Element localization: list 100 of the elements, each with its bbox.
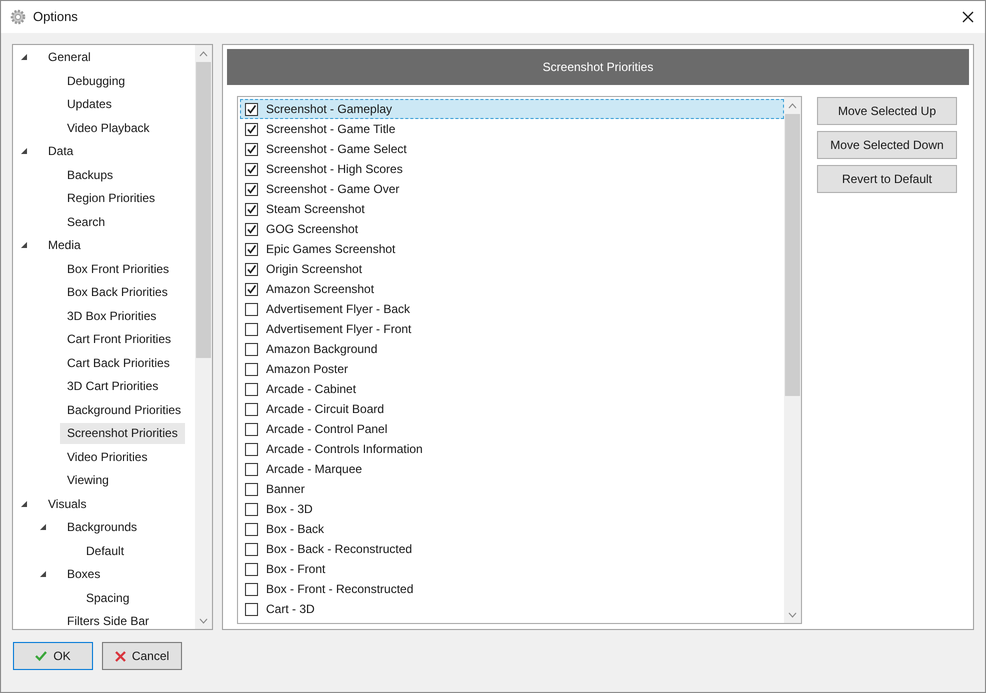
- list-item[interactable]: Arcade - Cabinet: [240, 379, 784, 399]
- expanded-triangle-icon[interactable]: [40, 524, 47, 532]
- list-item[interactable]: Arcade - Circuit Board: [240, 399, 784, 419]
- action-button[interactable]: Move Selected Down: [817, 131, 957, 159]
- tree-item[interactable]: Spacing: [79, 588, 136, 609]
- list-item[interactable]: Cart - 3D: [240, 599, 784, 619]
- tree-item[interactable]: Search: [60, 212, 112, 233]
- tree-item[interactable]: Media: [41, 235, 88, 256]
- tree-item[interactable]: Boxes: [60, 564, 108, 586]
- cross-icon: [114, 650, 126, 662]
- checkbox[interactable]: [245, 442, 258, 456]
- checkbox[interactable]: [245, 302, 258, 316]
- list-item[interactable]: Box - Front - Reconstructed: [240, 579, 784, 599]
- gear-icon: [10, 9, 26, 25]
- expanded-triangle-icon[interactable]: [21, 54, 28, 62]
- list-item[interactable]: Box - Back - Reconstructed: [240, 539, 784, 559]
- checkbox[interactable]: [245, 282, 258, 296]
- tree-item[interactable]: Visuals: [41, 494, 94, 515]
- scroll-down-icon[interactable]: [788, 612, 797, 618]
- tree-item[interactable]: Updates: [60, 94, 119, 116]
- tree-item[interactable]: Background Priorities: [60, 400, 188, 421]
- list-item[interactable]: Advertisement Flyer - Back: [240, 299, 784, 319]
- list-item[interactable]: GOG Screenshot: [240, 219, 784, 239]
- list-item[interactable]: Screenshot - Gameplay: [240, 99, 784, 119]
- expanded-triangle-icon[interactable]: [40, 571, 47, 578]
- tree-item[interactable]: Video Playback: [60, 118, 156, 139]
- tree-item[interactable]: Debugging: [60, 70, 132, 92]
- checkbox[interactable]: [245, 142, 258, 156]
- scroll-up-icon[interactable]: [788, 102, 797, 108]
- list-item[interactable]: Amazon Background: [240, 339, 784, 359]
- checkbox[interactable]: [245, 562, 258, 576]
- checkbox[interactable]: [245, 522, 258, 536]
- checkbox[interactable]: [245, 542, 258, 556]
- scrollbar[interactable]: [195, 45, 212, 629]
- tree-item[interactable]: General: [41, 47, 98, 68]
- list-item[interactable]: Box - 3D: [240, 499, 784, 519]
- tree-item[interactable]: Filters Side Bar: [60, 611, 156, 629]
- checkbox[interactable]: [245, 602, 258, 616]
- list-item[interactable]: Screenshot - Game Over: [240, 179, 784, 199]
- tree-item[interactable]: Video Priorities: [60, 446, 154, 468]
- list-item[interactable]: Screenshot - Game Select: [240, 139, 784, 159]
- tree-item[interactable]: 3D Cart Priorities: [60, 376, 166, 398]
- checkbox[interactable]: [245, 402, 258, 416]
- list-item[interactable]: Box - Back: [240, 519, 784, 539]
- tree-item[interactable]: Cart Front Priorities: [60, 329, 178, 350]
- list-item[interactable]: Origin Screenshot: [240, 259, 784, 279]
- panel-header: Screenshot Priorities: [227, 49, 969, 85]
- tree-item[interactable]: Default: [79, 540, 132, 562]
- checkbox[interactable]: [245, 322, 258, 336]
- scrollbar-thumb[interactable]: [196, 62, 211, 358]
- tree-item[interactable]: Data: [41, 141, 80, 162]
- scrollbar-thumb[interactable]: [785, 114, 800, 396]
- checkbox[interactable]: [245, 362, 258, 376]
- list-item[interactable]: Epic Games Screenshot: [240, 239, 784, 259]
- checkbox[interactable]: [245, 482, 258, 496]
- list-item[interactable]: Banner: [240, 479, 784, 499]
- checkbox[interactable]: [245, 422, 258, 436]
- tree-item[interactable]: Box Back Priorities: [60, 282, 175, 304]
- list-item[interactable]: Arcade - Controls Information: [240, 439, 784, 459]
- tree-item[interactable]: Box Front Priorities: [60, 258, 176, 280]
- tree-item[interactable]: Backups: [60, 164, 120, 186]
- checkbox[interactable]: [245, 182, 258, 196]
- checkbox[interactable]: [245, 582, 258, 596]
- expanded-triangle-icon[interactable]: [21, 500, 28, 508]
- tree-item[interactable]: 3D Box Priorities: [60, 306, 164, 327]
- checkbox[interactable]: [245, 202, 258, 216]
- tree-item[interactable]: Region Priorities: [60, 188, 162, 210]
- list-item[interactable]: Box - Front: [240, 559, 784, 579]
- checkbox[interactable]: [245, 162, 258, 176]
- close-icon[interactable]: [962, 11, 974, 23]
- tree-item[interactable]: Backgrounds: [60, 517, 144, 538]
- checkbox[interactable]: [245, 382, 258, 396]
- list-item[interactable]: Arcade - Marquee: [240, 459, 784, 479]
- action-button[interactable]: Revert to Default: [817, 165, 957, 193]
- tree-item[interactable]: Screenshot Priorities: [60, 423, 185, 444]
- checkbox[interactable]: [245, 122, 258, 136]
- scroll-down-icon[interactable]: [199, 618, 208, 624]
- action-button[interactable]: Move Selected Up: [817, 97, 957, 125]
- checkbox[interactable]: [245, 102, 258, 116]
- checkbox[interactable]: [245, 262, 258, 276]
- scrollbar[interactable]: [784, 97, 801, 623]
- list-item[interactable]: Amazon Poster: [240, 359, 784, 379]
- list-item[interactable]: Advertisement Flyer - Front: [240, 319, 784, 339]
- checkbox[interactable]: [245, 222, 258, 236]
- cancel-button[interactable]: Cancel: [102, 642, 182, 670]
- list-item[interactable]: Arcade - Control Panel: [240, 419, 784, 439]
- expanded-triangle-icon[interactable]: [21, 148, 28, 156]
- checkbox[interactable]: [245, 462, 258, 476]
- checkbox[interactable]: [245, 502, 258, 516]
- checkbox[interactable]: [245, 242, 258, 256]
- scroll-up-icon[interactable]: [199, 50, 208, 56]
- list-item[interactable]: Amazon Screenshot: [240, 279, 784, 299]
- checkbox[interactable]: [245, 342, 258, 356]
- list-item[interactable]: Steam Screenshot: [240, 199, 784, 219]
- ok-button[interactable]: OK: [13, 642, 93, 670]
- list-item[interactable]: Screenshot - Game Title: [240, 119, 784, 139]
- expanded-triangle-icon[interactable]: [21, 242, 28, 250]
- list-item[interactable]: Screenshot - High Scores: [240, 159, 784, 179]
- tree-item[interactable]: Cart Back Priorities: [60, 352, 177, 374]
- tree-item[interactable]: Viewing: [60, 470, 116, 492]
